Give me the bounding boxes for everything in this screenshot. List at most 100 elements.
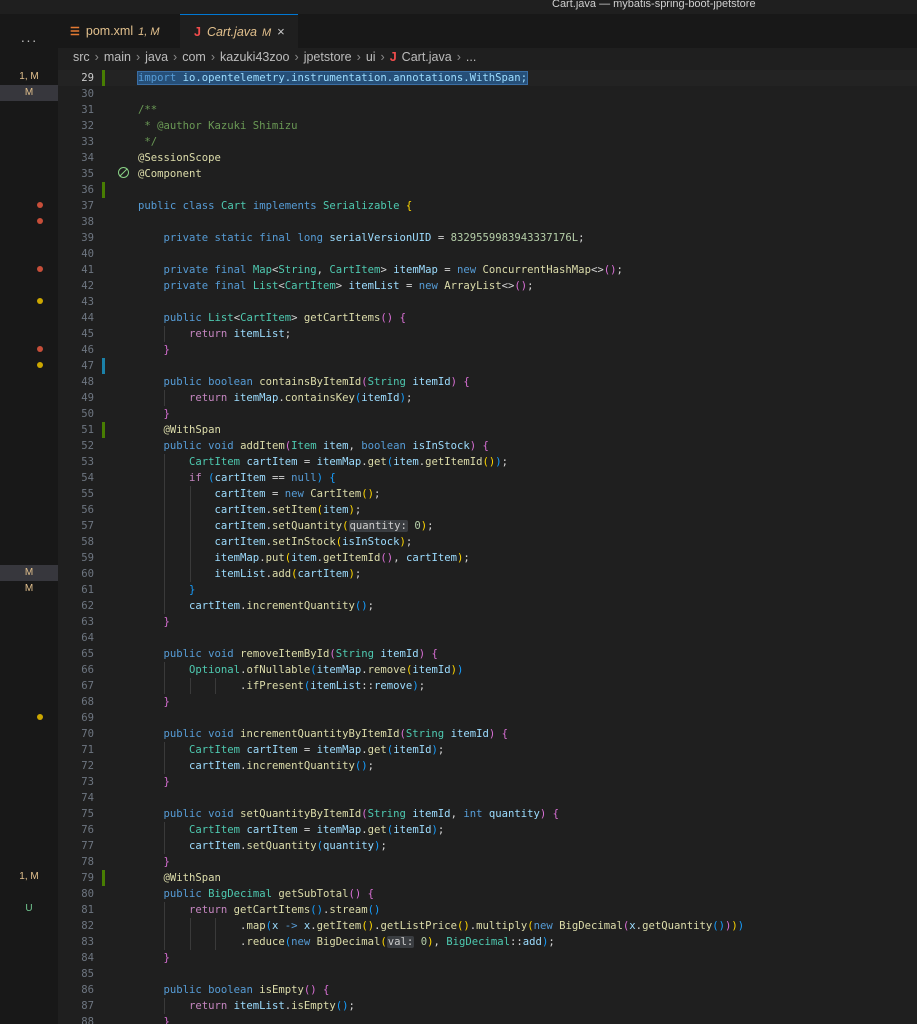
code-line[interactable]: 58 cartItem.setInStock(isInStock);: [58, 534, 917, 550]
breadcrumb-item[interactable]: jpetstore: [304, 50, 352, 64]
code-line[interactable]: 59 itemMap.put(item.getItemId(), cartIte…: [58, 550, 917, 566]
code-line[interactable]: 64: [58, 630, 917, 646]
code-line[interactable]: 53 CartItem cartItem = itemMap.get(item.…: [58, 454, 917, 470]
code-token: {: [399, 312, 406, 324]
code-line[interactable]: 31 /**: [58, 102, 917, 118]
code-line[interactable]: 33 */: [58, 134, 917, 150]
breakpoint-dot-icon[interactable]: [37, 346, 43, 352]
code-editor[interactable]: 29 import io.opentelemetry.instrumentatio…: [58, 68, 917, 1024]
breadcrumb-item[interactable]: main: [104, 50, 131, 64]
code-line[interactable]: 39 private static final long serialVersi…: [58, 230, 917, 246]
breakpoint-dot-icon[interactable]: [37, 202, 43, 208]
code-line[interactable]: 66 Optional.ofNullable(itemMap.remove(it…: [58, 662, 917, 678]
breadcrumb-item[interactable]: Cart.java: [402, 50, 452, 64]
code-line[interactable]: 80 public BigDecimal getSubTotal() {: [58, 886, 917, 902]
code-line[interactable]: 84 }: [58, 950, 917, 966]
line-number: 81: [81, 904, 94, 916]
code-line[interactable]: 54 if (cartItem == null) {: [58, 470, 917, 486]
code-line[interactable]: 40: [58, 246, 917, 262]
code-line[interactable]: 81 return getCartItems().stream(): [58, 902, 917, 918]
code-line[interactable]: 78 }: [58, 854, 917, 870]
no-entry-icon[interactable]: [118, 167, 129, 178]
breadcrumb-item[interactable]: ui: [366, 50, 376, 64]
change-indicator[interactable]: [102, 870, 105, 886]
code-line[interactable]: 73 }: [58, 774, 917, 790]
code-line[interactable]: 86 public boolean isEmpty() {: [58, 982, 917, 998]
code-token: ;: [418, 680, 426, 692]
breadcrumb-item[interactable]: src: [73, 50, 90, 64]
code-line[interactable]: 74: [58, 790, 917, 806]
code-line[interactable]: 44 public List<CartItem> getCartItems() …: [58, 310, 917, 326]
code-line[interactable]: 62 cartItem.incrementQuantity();: [58, 598, 917, 614]
code-line[interactable]: 49 return itemMap.containsKey(itemId);: [58, 390, 917, 406]
breakpoint-dot-icon[interactable]: [37, 218, 43, 224]
code-line[interactable]: 55 cartItem = new CartItem();: [58, 486, 917, 502]
code-line[interactable]: 61 }: [58, 582, 917, 598]
code-line[interactable]: 57 cartItem.setQuantity(quantity: 0);: [58, 518, 917, 534]
code-line[interactable]: 82 .map(x -> x.getItem().getListPrice().…: [58, 918, 917, 934]
breakpoint-dot-icon[interactable]: [37, 714, 43, 720]
close-icon[interactable]: ×: [277, 24, 285, 39]
scm-status-badge[interactable]: 1, M: [0, 869, 58, 885]
code-line[interactable]: 63 }: [58, 614, 917, 630]
code-line[interactable]: 67 .ifPresent(itemList::remove);: [58, 678, 917, 694]
code-line[interactable]: 38: [58, 214, 917, 230]
scm-status-badge[interactable]: M: [0, 581, 58, 597]
breadcrumb-item[interactable]: ...: [466, 50, 476, 64]
code-line[interactable]: 76 CartItem cartItem = itemMap.get(itemI…: [58, 822, 917, 838]
code-line[interactable]: 71 CartItem cartItem = itemMap.get(itemI…: [58, 742, 917, 758]
code-line[interactable]: 35 @Component: [58, 166, 917, 182]
line-number: 50: [81, 408, 94, 420]
change-indicator[interactable]: [102, 182, 105, 198]
breadcrumb-item[interactable]: com: [182, 50, 206, 64]
change-indicator[interactable]: [102, 358, 105, 374]
code-line[interactable]: 87 return itemList.isEmpty();: [58, 998, 917, 1014]
code-line[interactable]: 60 itemList.add(cartItem);: [58, 566, 917, 582]
code-line[interactable]: 56 cartItem.setItem(item);: [58, 502, 917, 518]
code-line[interactable]: 42 private final List<CartItem> itemList…: [58, 278, 917, 294]
scm-status-badge[interactable]: M: [0, 85, 58, 101]
more-actions-button[interactable]: ···: [0, 32, 58, 48]
code-line[interactable]: 37 public class Cart implements Serializa…: [58, 198, 917, 214]
code-line[interactable]: 45 return itemList;: [58, 326, 917, 342]
code-line[interactable]: 77 cartItem.setQuantity(quantity);: [58, 838, 917, 854]
code-line[interactable]: 48 public boolean containsByItemId(Strin…: [58, 374, 917, 390]
change-indicator[interactable]: [102, 70, 105, 86]
scm-status-badge[interactable]: U: [0, 901, 58, 917]
code-line[interactable]: 51 @WithSpan: [58, 422, 917, 438]
code-line[interactable]: 46 }: [58, 342, 917, 358]
code-line[interactable]: 83 .reduce(new BigDecimal(val: 0), BigDe…: [58, 934, 917, 950]
code-line[interactable]: 70 public void incrementQuantityByItemId…: [58, 726, 917, 742]
code-line[interactable]: 36: [58, 182, 917, 198]
code-line[interactable]: 72 cartItem.incrementQuantity();: [58, 758, 917, 774]
breadcrumb-item[interactable]: java: [145, 50, 168, 64]
code-line[interactable]: 65 public void removeItemById(String ite…: [58, 646, 917, 662]
scm-status-badge[interactable]: 1, M: [0, 69, 58, 85]
breakpoint-dot-icon[interactable]: [37, 266, 43, 272]
tab-pom-xml[interactable]: ☰ pom.xml 1, M: [58, 14, 180, 48]
code-line[interactable]: 41 private final Map<String, CartItem> i…: [58, 262, 917, 278]
code-line[interactable]: 29 import io.opentelemetry.instrumentatio…: [58, 70, 917, 86]
code-line[interactable]: 34 @SessionScope: [58, 150, 917, 166]
code-line[interactable]: 79 @WithSpan: [58, 870, 917, 886]
code-line[interactable]: 43: [58, 294, 917, 310]
code-token: isInStock: [412, 440, 470, 452]
code-line[interactable]: 47: [58, 358, 917, 374]
code-token: setQuantity: [271, 520, 343, 532]
scm-status-badge[interactable]: M: [0, 565, 58, 581]
breakpoint-dot-icon[interactable]: [37, 298, 43, 304]
code-line[interactable]: 50 }: [58, 406, 917, 422]
code-line[interactable]: 68 }: [58, 694, 917, 710]
code-line[interactable]: 69: [58, 710, 917, 726]
change-indicator[interactable]: [102, 422, 105, 438]
code-line[interactable]: 30: [58, 86, 917, 102]
tab-cart-java[interactable]: J Cart.java M ×: [180, 14, 298, 48]
code-line[interactable]: 88 }: [58, 1014, 917, 1024]
code-line[interactable]: 32 * @author Kazuki Shimizu: [58, 118, 917, 134]
breadcrumb-item[interactable]: kazuki43zoo: [220, 50, 290, 64]
code-token: (: [342, 520, 349, 532]
breakpoint-dot-icon[interactable]: [37, 362, 43, 368]
code-line[interactable]: 52 public void addItem(Item item, boolea…: [58, 438, 917, 454]
code-line[interactable]: 85: [58, 966, 917, 982]
code-line[interactable]: 75 public void setQuantityByItemId(Strin…: [58, 806, 917, 822]
